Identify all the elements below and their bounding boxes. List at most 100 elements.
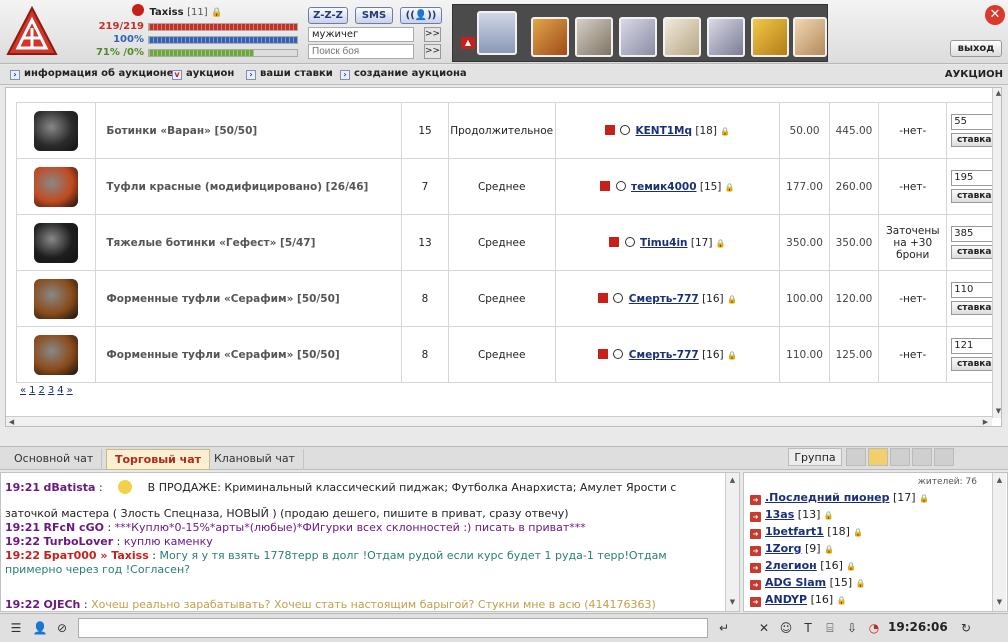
tab-trade-chat[interactable]: Торговый чат [106,449,211,470]
user-icon[interactable]: 👤 [32,620,48,636]
user-name[interactable]: 1betfart1 [765,525,824,538]
seller-name[interactable]: Смерть-777 [629,293,699,305]
user-list-item[interactable]: ➜ ADG Slam [15] 🔒 [750,576,866,591]
user-name[interactable]: ADG Slam [765,576,826,589]
item-name[interactable]: Ботинки «Варан» [50/50] [95,102,403,159]
group-button[interactable]: Группа [788,448,842,466]
send-icon[interactable]: ↵ [716,620,732,636]
nav-auction-info[interactable]: › информация об аукционе [10,68,173,80]
private-message-icon[interactable]: ➜ [750,563,761,573]
sms-button[interactable]: SMS [355,7,393,24]
block-icon[interactable]: ⊘ [54,620,70,636]
smiley-icon[interactable]: ☺ [778,620,794,636]
user-name[interactable]: .Последний пионер [765,491,890,504]
user-list-item[interactable]: ➜ 1Zorg [9] 🔒 [750,542,834,557]
private-message-icon[interactable]: ➜ [750,495,761,505]
boot-icon[interactable] [34,166,79,207]
user-list-item[interactable]: ➜ 2легион [16] 🔒 [750,559,856,574]
text-format-icon[interactable]: T [800,620,816,636]
chat-message-input[interactable] [78,618,708,638]
scroll-up-icon[interactable]: ▲ [727,475,738,486]
seller-name[interactable]: темик4000 [631,181,697,193]
menu-icon[interactable]: ☰ [8,620,24,636]
page-next-link[interactable]: » [67,385,73,396]
chat-nick[interactable]: Брат000 » Taxiss [44,549,149,562]
place-bid-button[interactable]: ставка [951,133,998,147]
private-message-icon[interactable]: ➜ [750,546,761,556]
item-name[interactable]: Туфли красные (модифицировано) [26/46] [95,158,403,215]
character-icon[interactable] [619,17,657,57]
collapse-arrow-icon[interactable]: ▲ [461,37,475,49]
player-name[interactable]: Taxiss [150,7,184,18]
seller-name[interactable]: KENT1Mq [635,125,692,137]
nav-auction[interactable]: v аукцион [172,68,234,80]
item-name[interactable]: Тяжелые ботинки «Гефест» [5/47] [95,214,403,271]
battle-search-go-button[interactable]: >> [424,44,441,59]
boot-icon[interactable] [34,110,79,151]
contacts-button[interactable]: ((👤)) [400,7,442,24]
boot-icon[interactable] [34,334,79,375]
filter-icon[interactable] [890,448,910,466]
clear-icon[interactable]: ✕ [756,620,772,636]
private-message-icon[interactable] [600,180,611,191]
save-icon[interactable]: ⇩ [844,620,860,636]
chat-scrollbar[interactable]: ▲ ▼ [725,473,739,611]
private-message-icon[interactable]: ➜ [750,580,761,590]
user-name[interactable]: 1Zorg [765,542,802,555]
user-name[interactable]: 2легион [765,559,817,572]
location-go-button[interactable]: >> [424,27,441,42]
nav-your-bids[interactable]: › ваши ставки [246,68,333,80]
private-message-icon[interactable]: ➜ [750,597,761,607]
avatar[interactable] [477,11,517,55]
chat-nick[interactable]: OJEСh [44,598,81,611]
chat-nick[interactable]: dBatista [44,481,96,494]
exit-button[interactable]: выход [950,40,1002,57]
scroll-right-icon[interactable]: ▶ [980,417,991,426]
users-scrollbar[interactable]: ▲ ▼ [992,473,1006,611]
place-bid-button[interactable]: ставка [951,245,998,259]
page-link[interactable]: 4 [57,385,63,396]
private-message-icon[interactable] [598,292,609,303]
private-message-icon[interactable]: ➜ [750,529,761,539]
scroll-up-icon[interactable]: ▲ [994,475,1005,486]
refresh-icon[interactable]: ↻ [958,620,974,636]
page-prev-link[interactable]: « [20,385,26,396]
private-message-icon[interactable] [598,348,609,359]
scroll-down-icon[interactable]: ▼ [994,597,1005,608]
private-message-icon[interactable] [609,236,620,247]
translit-icon[interactable]: ⌸ [822,620,838,636]
team-icon[interactable] [707,17,745,57]
page-link[interactable]: 1 [29,385,35,396]
tab-clan-chat[interactable]: Клановый чат [206,449,304,470]
filter-icon[interactable] [934,448,954,466]
handshake-icon[interactable] [793,17,827,57]
place-bid-button[interactable]: ставка [951,301,998,315]
place-bid-button[interactable]: ставка [951,189,998,203]
sleep-button[interactable]: Z-Z-Z [308,7,348,24]
page-link[interactable]: 3 [48,385,54,396]
page-link[interactable]: 2 [39,385,45,396]
scroll-up-icon[interactable]: ▲ [993,88,1001,99]
scroll-down-icon[interactable]: ▼ [727,597,738,608]
private-message-icon[interactable]: ➜ [750,512,761,522]
private-message-icon[interactable] [604,124,615,135]
location-field[interactable]: мужичег [308,27,414,42]
chat-nick[interactable]: TurboLover [44,535,114,548]
helmet-icon[interactable] [531,17,569,57]
user-list-item[interactable]: ➜ 13as [13] 🔒 [750,508,834,523]
user-list-item[interactable]: ➜ .Последний пионер [17] 🔒 [750,491,929,506]
table-horizontal-scrollbar[interactable]: ◀ ▶ [6,416,992,426]
seller-name[interactable]: Смерть-777 [629,349,699,361]
item-name[interactable]: Форменные туфли «Серафим» [50/50] [95,270,403,327]
fist-icon[interactable] [575,17,613,57]
scroll-down-icon[interactable]: ▼ [993,406,1001,417]
filter-icon[interactable] [912,448,932,466]
tab-main-chat[interactable]: Основной чат [6,449,103,470]
boot-icon[interactable] [34,278,79,319]
documents-icon[interactable] [663,17,701,57]
nav-create-auction[interactable]: › создание аукциона [340,68,467,80]
user-list-item[interactable]: ➜ 1betfart1 [18] 🔒 [750,525,863,540]
chat-nick[interactable]: RFcN cGO [44,521,104,534]
battle-search-input[interactable] [308,44,414,59]
trade-filter-icon[interactable] [868,448,888,466]
